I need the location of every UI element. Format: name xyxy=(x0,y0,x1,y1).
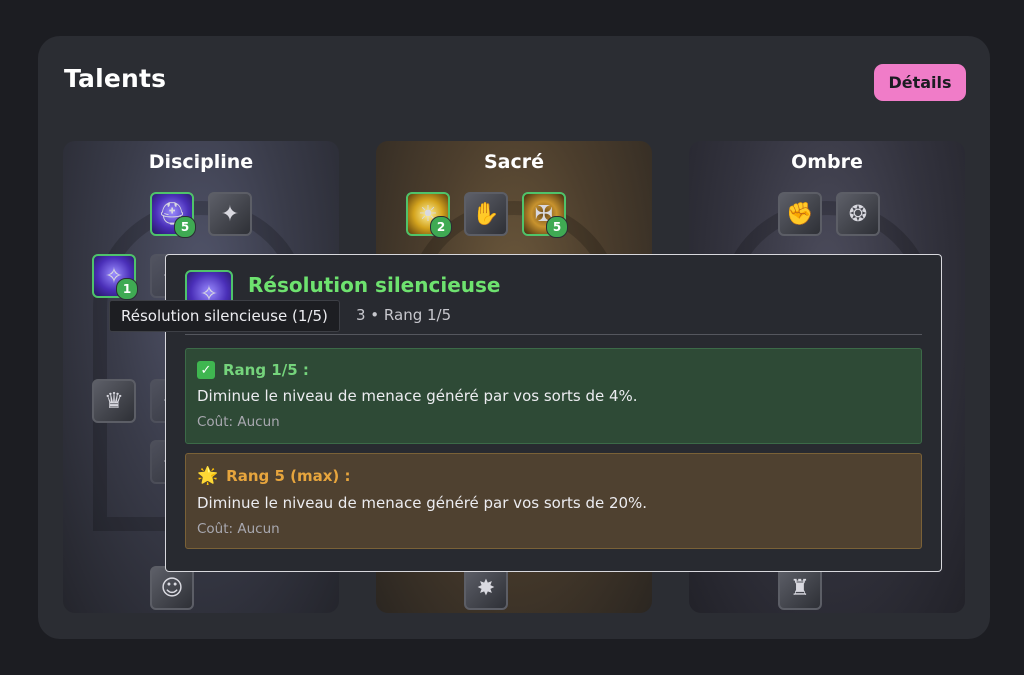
tree-title-ombre: Ombre xyxy=(791,151,863,173)
current-rank-description: Diminue le niveau de menace généré par v… xyxy=(197,387,638,405)
talent-slot[interactable]: ♜ xyxy=(778,566,822,610)
talent-wand[interactable]: ✦ xyxy=(208,192,252,236)
talent-rank-badge: 5 xyxy=(174,216,196,238)
talent-shadow-hand[interactable]: ✊ xyxy=(778,192,822,236)
current-rank-heading: ✓ Rang 1/5 : xyxy=(197,361,910,379)
max-rank-description: Diminue le niveau de menace généré par v… xyxy=(197,494,648,512)
max-rank-cost: Coût: Aucun xyxy=(197,521,280,537)
talent-silent-resolve[interactable]: ✧ 1 xyxy=(92,254,138,300)
max-rank-heading: 🌟 Rang 5 (max) : xyxy=(197,466,910,486)
talent-slot[interactable]: ♛ xyxy=(92,379,136,423)
max-rank-label: Rang 5 (max) : xyxy=(226,467,351,485)
burst-icon: ✸ xyxy=(476,575,496,601)
shadow-swirl-icon: ❂ xyxy=(848,201,868,227)
talent-hand[interactable]: ✋ xyxy=(464,192,508,236)
checkmark-icon: ✓ xyxy=(197,361,215,379)
face-icon: ☺ xyxy=(160,575,184,601)
talent-helmet[interactable]: ⛑ 5 xyxy=(150,192,196,238)
page-title: Talents xyxy=(64,64,167,93)
current-rank-cost: Coût: Aucun xyxy=(197,414,280,430)
tooltip-title: Résolution silencieuse xyxy=(248,273,501,297)
star-icon: 🌟 xyxy=(197,466,219,486)
wand-icon: ✦ xyxy=(220,201,240,227)
current-rank-label: Rang 1/5 : xyxy=(223,361,309,379)
tooltip-subtitle: 3 • Rang 1/5 xyxy=(356,306,452,324)
crown-icon: ♛ xyxy=(104,388,124,414)
divider xyxy=(185,334,922,335)
hover-tooltip: Résolution silencieuse (1/5) xyxy=(109,300,340,332)
talent-rank-badge: 1 xyxy=(116,278,138,300)
talent-shadow-swirl[interactable]: ❂ xyxy=(836,192,880,236)
details-button[interactable]: Détails xyxy=(874,64,966,101)
hand-icon: ✋ xyxy=(472,201,500,227)
talent-slot[interactable]: ☺ xyxy=(150,566,194,610)
shadow-figure-icon: ♜ xyxy=(790,575,810,601)
talent-rank-badge: 5 xyxy=(546,216,568,238)
max-rank-box: 🌟 Rang 5 (max) : Diminue le niveau de me… xyxy=(185,453,922,549)
current-rank-box: ✓ Rang 1/5 : Diminue le niveau de menace… xyxy=(185,348,922,444)
talent-holy-emblem[interactable]: ✠ 5 xyxy=(522,192,568,238)
talent-slot[interactable]: ✸ xyxy=(464,566,508,610)
tree-title-sacre: Sacré xyxy=(483,151,545,173)
tree-title-discipline: Discipline xyxy=(148,151,254,173)
talent-rank-badge: 2 xyxy=(430,216,452,238)
shadow-hand-icon: ✊ xyxy=(786,201,814,227)
talent-holy-orb[interactable]: ☀ 2 xyxy=(406,192,452,238)
